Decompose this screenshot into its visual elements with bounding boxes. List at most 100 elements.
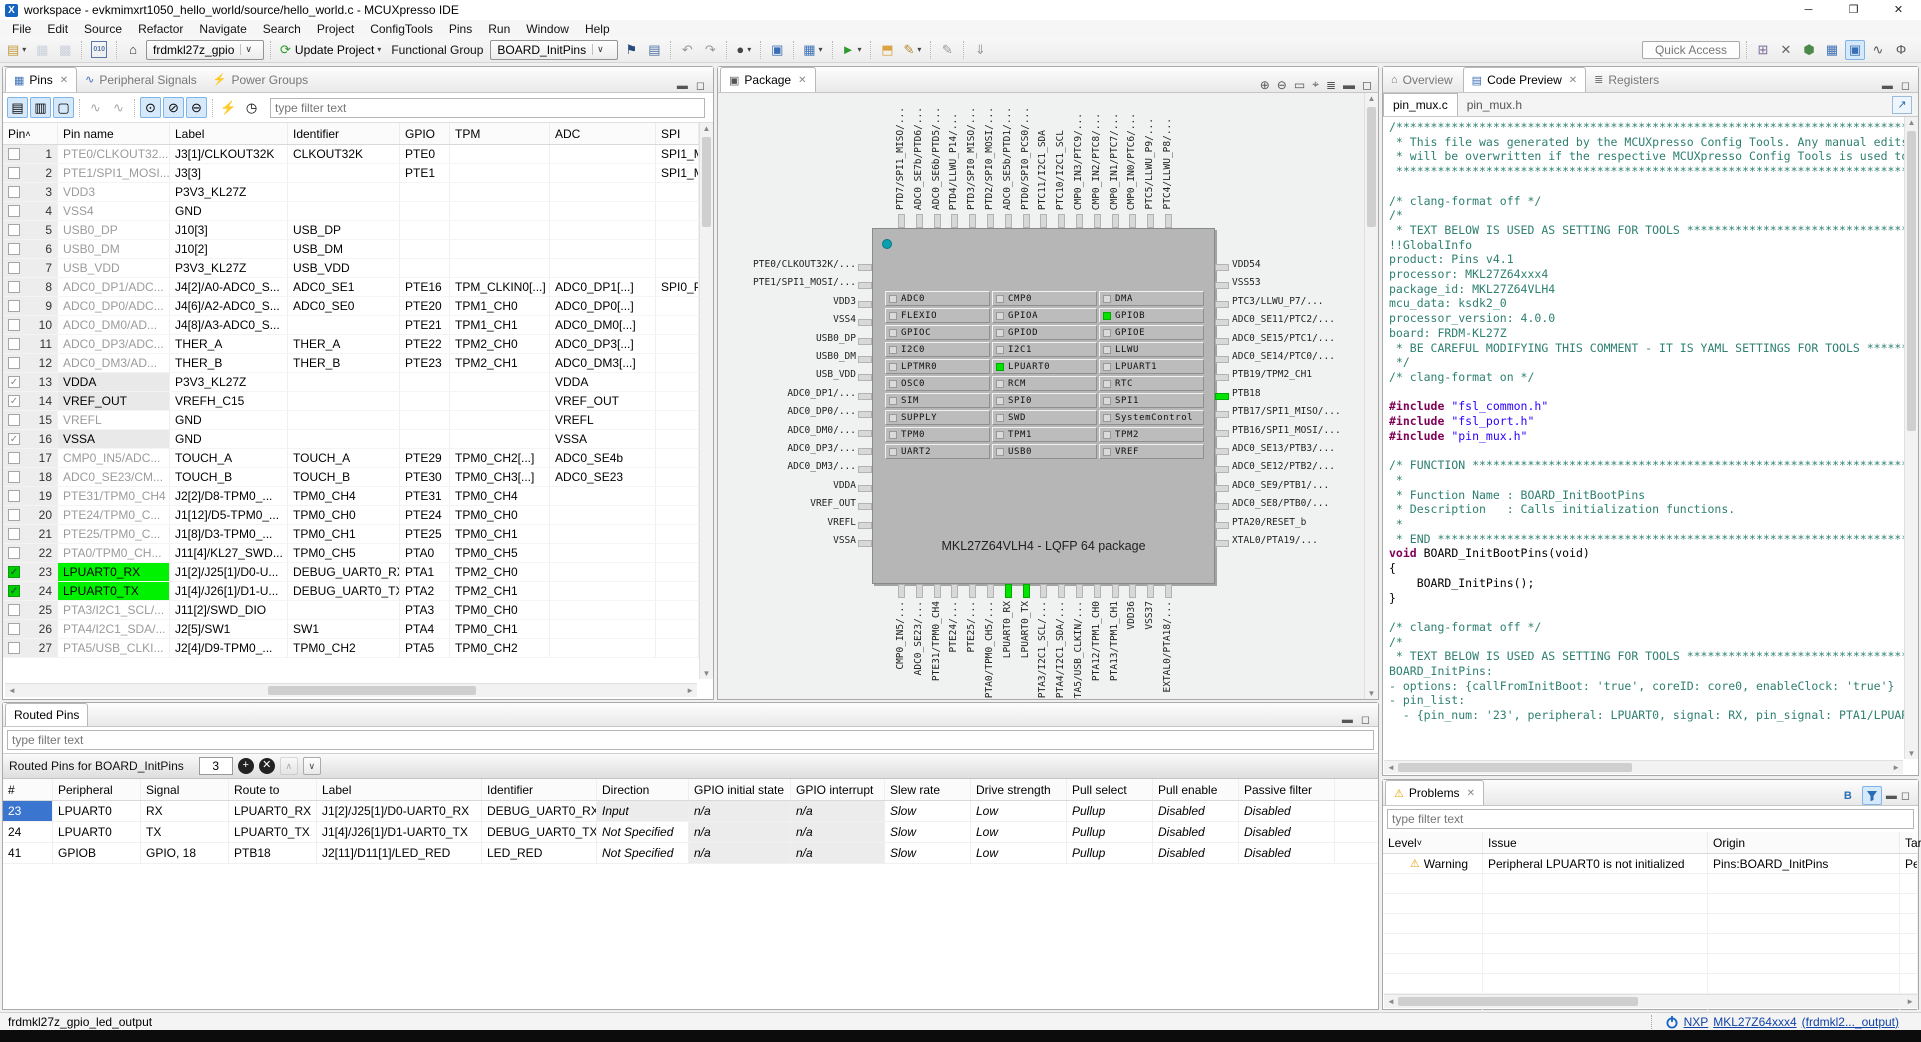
- package-pin-label[interactable]: ADC0_SE13/PTB3/...: [1232, 443, 1368, 454]
- export-code-icon[interactable]: ↗: [1892, 96, 1912, 114]
- package-pin-label[interactable]: ADC0_SE7b/PTD6/...: [913, 107, 927, 210]
- menu-navigate[interactable]: Navigate: [191, 22, 254, 36]
- pin-stub[interactable]: [1129, 584, 1136, 598]
- pin-checkbox[interactable]: ✓: [8, 395, 20, 407]
- pin-checkbox[interactable]: [8, 186, 20, 198]
- pin-stub[interactable]: [1215, 466, 1229, 473]
- pin-stub[interactable]: [987, 214, 994, 228]
- pin-stub[interactable]: [969, 214, 976, 228]
- pins-table-row[interactable]: 4VSS4GND: [3, 202, 699, 221]
- pins-perspective-button[interactable]: ▣: [1845, 40, 1865, 60]
- peripheral-i2c0[interactable]: I2C0: [885, 342, 990, 357]
- column-header-drive-strength[interactable]: Drive strength: [971, 779, 1067, 800]
- history-button[interactable]: ◷: [241, 97, 262, 118]
- column-header-pin-name[interactable]: Pin name: [58, 123, 170, 144]
- column-header-pull-enable[interactable]: Pull enable: [1153, 779, 1239, 800]
- maximize-panel-icon[interactable]: ◻: [1361, 713, 1370, 726]
- routed-cell[interactable]: 23: [3, 801, 53, 821]
- maximize-panel-icon[interactable]: ◻: [1362, 78, 1372, 92]
- configuration-link[interactable]: (frdmkl2..._output): [1802, 1015, 1899, 1029]
- column-header-spi[interactable]: SPI: [656, 123, 699, 144]
- package-outline-button[interactable]: ▢: [53, 97, 74, 118]
- package-pin-label[interactable]: PTE25/...: [966, 601, 980, 652]
- pin-stub[interactable]: [1147, 584, 1154, 598]
- package-pin-label[interactable]: PTE24/...: [948, 601, 962, 652]
- save-button[interactable]: ▦: [32, 40, 52, 60]
- minimize-panel-icon[interactable]: ▬: [1343, 78, 1355, 92]
- pin-stub[interactable]: [934, 214, 941, 228]
- tab-code-preview[interactable]: ▤ Code Preview ✕: [1463, 67, 1587, 92]
- package-pin-label[interactable]: VREF_OUT: [720, 498, 856, 509]
- file-tab-pin-mux-h[interactable]: pin_mux.h: [1458, 93, 1531, 116]
- routed-pins-row[interactable]: 41GPIOBGPIO, 18PTB18J2[11]/D11[1]/LED_RE…: [3, 843, 1378, 864]
- close-icon[interactable]: ✕: [1569, 75, 1577, 86]
- column-header-issue[interactable]: Issue: [1483, 832, 1708, 853]
- menu-refactor[interactable]: Refactor: [130, 22, 191, 36]
- peripheral-lpuart1[interactable]: LPUART1: [1099, 359, 1204, 374]
- peripheral-lpuart0[interactable]: LPUART0: [992, 359, 1097, 374]
- pin-stub[interactable]: [858, 264, 872, 271]
- code-horizontal-scrollbar[interactable]: ◄ ►: [1384, 760, 1903, 774]
- link-with-editor-button[interactable]: B: [1838, 786, 1858, 805]
- menu-help[interactable]: Help: [577, 22, 618, 36]
- menu-project[interactable]: Project: [309, 22, 362, 36]
- pins-compact-view-button[interactable]: ▥: [30, 97, 51, 118]
- binary-file-button[interactable]: 010: [88, 40, 110, 60]
- pins-table-row[interactable]: 6USB0_DMJ10[2]USB_DM: [3, 240, 699, 259]
- pin-stub[interactable]: [1215, 338, 1229, 345]
- pin-checkbox[interactable]: [8, 281, 20, 293]
- filter-funnel-button[interactable]: [1862, 786, 1882, 805]
- package-pin-label[interactable]: PTA3/I2C1_SCL/...: [1037, 601, 1051, 698]
- pin-checkbox[interactable]: [8, 452, 20, 464]
- pin-checkbox[interactable]: [8, 547, 20, 559]
- pin-stub[interactable]: [1005, 214, 1012, 228]
- peripheral-rtc[interactable]: RTC: [1099, 376, 1204, 391]
- pins-table-row[interactable]: 8ADC0_DP1/ADC...J4[2]/A0-ADC0_S...ADC0_S…: [3, 278, 699, 297]
- package-pin-label[interactable]: PTE0/CLKOUT32K/...: [720, 259, 856, 270]
- memory-button[interactable]: ▦▾: [800, 40, 825, 60]
- pin-checkbox[interactable]: [8, 243, 20, 255]
- pin-stub[interactable]: [858, 301, 872, 308]
- minimize-panel-icon[interactable]: ▬: [677, 80, 688, 92]
- pin-stub[interactable]: [1165, 584, 1172, 598]
- package-pin-label[interactable]: PTA4/I2C1_SDA/...: [1055, 601, 1069, 698]
- pin-stub[interactable]: [858, 338, 872, 345]
- package-pin-label[interactable]: PTC5/LLWU_P9/...: [1144, 118, 1158, 210]
- pins-table-row[interactable]: 1PTE0/CLKOUT32...J3[1]/CLKOUT32KCLKOUT32…: [3, 145, 699, 164]
- pin-stub[interactable]: [898, 214, 905, 228]
- vendor-link[interactable]: NXP: [1684, 1015, 1709, 1029]
- pins-table-row[interactable]: 3VDD3P3V3_KL27Z: [3, 183, 699, 202]
- menu-pins[interactable]: Pins: [441, 22, 480, 36]
- package-pin-label[interactable]: USB0_DP: [720, 333, 856, 344]
- routed-cell[interactable]: 41: [3, 843, 53, 863]
- menu-source[interactable]: Source: [76, 22, 130, 36]
- pin-stub[interactable]: [858, 411, 872, 418]
- move-down-button[interactable]: ∨: [303, 757, 321, 775]
- column-header-identifier[interactable]: Identifier: [482, 779, 597, 800]
- peripheral-spi1[interactable]: SPI1: [1099, 393, 1204, 408]
- package-pin-label[interactable]: VDDA: [720, 480, 856, 491]
- pin-stub[interactable]: [1058, 214, 1065, 228]
- routed-pins-filter-input[interactable]: [7, 730, 1374, 750]
- peripheral-swd[interactable]: SWD: [992, 410, 1097, 425]
- route-output-button[interactable]: ⊖: [186, 97, 207, 118]
- pin-stub[interactable]: [1040, 214, 1047, 228]
- column-header-route-to[interactable]: Route to: [229, 779, 317, 800]
- pin-checkbox[interactable]: [8, 357, 20, 369]
- package-pin-label[interactable]: ADC0_SE9/PTB1/...: [1232, 480, 1368, 491]
- package-pin-label[interactable]: CMP0_IN3/PTC9/...: [1073, 113, 1087, 210]
- pin-checkbox[interactable]: [8, 338, 20, 350]
- download-button[interactable]: ⇓: [970, 40, 990, 60]
- tab-power-groups[interactable]: ⚡ Power Groups: [205, 67, 316, 92]
- pins-table-row[interactable]: ✓24LPUART0_TXJ1[4]/J26[1]/D1-U...DEBUG_U…: [3, 582, 699, 601]
- pin-checkbox[interactable]: [8, 642, 20, 654]
- pin-checkbox[interactable]: [8, 414, 20, 426]
- peripheral-gpioe[interactable]: GPIOE: [1099, 325, 1204, 340]
- pin-checkbox[interactable]: [8, 623, 20, 635]
- package-pin-label[interactable]: VSS4: [720, 314, 856, 325]
- power-pins-button[interactable]: ⚡: [218, 97, 239, 118]
- pin-stub[interactable]: [858, 393, 872, 400]
- pins-table-row[interactable]: 25PTA3/I2C1_SCL/...J11[2]/SWD_DIOPTA3TPM…: [3, 601, 699, 620]
- pins-table-row[interactable]: 15VREFLGNDVREFL: [3, 411, 699, 430]
- pins-table-row[interactable]: 2PTE1/SPI1_MOSI...J3[3]PTE1SPI1_MOSI: [3, 164, 699, 183]
